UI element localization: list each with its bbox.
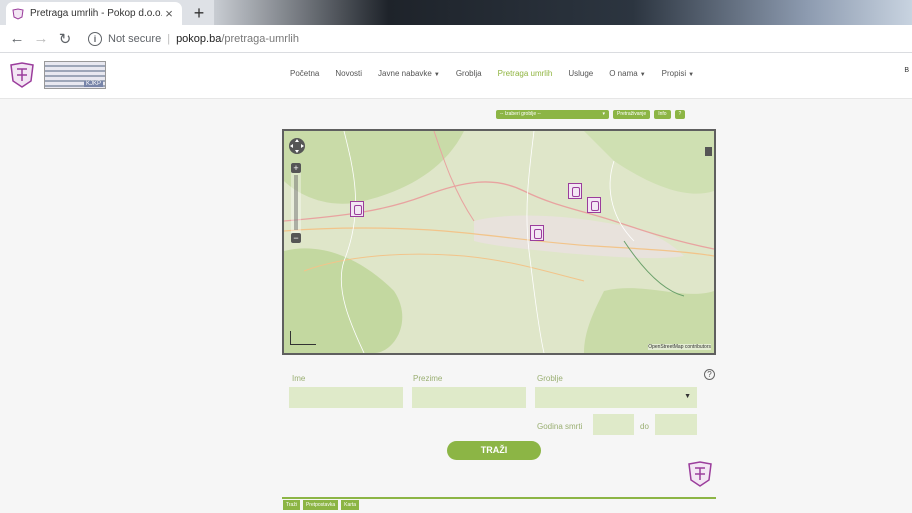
godina-smrti-label: Godina smrti [537,422,583,431]
layer-switcher-button[interactable] [705,147,712,156]
groblje-select[interactable]: ▼ [535,387,697,408]
nav-label: Propisi [661,69,687,78]
nav-label: Novosti [335,69,363,78]
site-favicon-icon [12,7,24,20]
year-from-input[interactable] [593,414,634,435]
address-bar-row: ← → ↻ i Not secure | pokop.ba/pretraga-u… [0,25,912,53]
search-mode-button[interactable]: Pretraživanje [613,110,651,119]
ime-input[interactable] [289,387,403,408]
company-name-logo[interactable]: KJKP [44,61,106,89]
map-attribution: OpenStreetMap contributors [648,344,711,350]
cemetery-marker[interactable] [568,183,582,199]
tab-pretpostavka[interactable]: Pretpostavka [302,500,339,510]
prezime-input[interactable] [412,387,526,408]
nav-item-usluge[interactable]: Usluge [568,69,593,78]
nav-label: Javne nabavke [378,69,432,78]
nav-item-groblja[interactable]: Groblja [456,69,482,78]
help-button[interactable]: ? [674,110,686,119]
divider [282,497,716,499]
nav-label: Usluge [568,69,594,78]
nav-label: Početna [290,69,320,78]
url-field[interactable]: i Not secure | pokop.ba/pretraga-umrlih [82,28,912,50]
company-logo-icon [685,460,715,488]
search-button[interactable]: TRAŽI [447,441,541,460]
cemetery-select-value: -- Izaberi groblje -- [500,111,541,117]
nav-item-javne-nabavke[interactable]: Javne nabavke ▼ [378,69,440,78]
caret-down-icon: ▼ [688,72,695,78]
help-icon[interactable]: ? [704,369,715,380]
info-button[interactable]: Info [654,110,671,119]
cemetery-marker[interactable] [587,197,601,213]
zoom-control: + − [291,163,301,243]
nav-label: O nama [609,69,638,78]
cemetery-marker[interactable] [350,201,364,217]
new-tab-button[interactable]: + [189,4,209,22]
site-header: KJKP Početna Novosti Javne nabavke ▼ Grob… [0,53,912,99]
nav-item-pocetna[interactable]: Početna [290,69,319,78]
tab-close-icon[interactable]: × [162,6,176,21]
prezime-label: Prezime [413,374,443,383]
zoom-out-button[interactable]: − [291,233,301,243]
url-path: /pretraga-umrlih [221,33,299,45]
reload-button[interactable]: ↻ [53,27,77,51]
chevron-down-icon: ▾ [602,111,605,117]
background-window [214,0,912,25]
nav-label: Groblja [455,69,482,78]
nav-item-pretraga-umrlih[interactable]: Pretraga umrlih [498,69,553,78]
scale-bar [290,331,316,345]
caret-down-icon: ▼ [639,72,646,78]
nav-item-novosti[interactable]: Novosti [335,69,362,78]
do-label: do [640,422,649,431]
cemetery-marker[interactable] [530,225,544,241]
year-to-input[interactable] [655,414,697,435]
nav-label: Pretraga umrlih [497,69,553,78]
forward-button[interactable]: → [29,27,53,51]
browser-tab-bar: Pretraga umrlih - Pokop d.o.o. × + [0,0,912,25]
nav-item-propisi[interactable]: Propisi ▼ [662,69,694,78]
nav-item-o-nama[interactable]: O nama ▼ [609,69,645,78]
map-toolbar: -- Izaberi groblje -- ▾ Pretraživanje Inf… [496,110,686,119]
main-nav: Početna Novosti Javne nabavke ▼ Groblja P… [290,69,710,78]
caret-down-icon: ▼ [433,72,440,78]
pan-control-icon[interactable] [288,137,306,155]
info-icon[interactable]: i [88,32,102,46]
divider: | [167,33,171,45]
logo-badge: KJKP [83,81,103,87]
zoom-in-button[interactable]: + [291,163,301,173]
company-logo-icon[interactable] [8,61,36,89]
tab-title: Pretraga umrlih - Pokop d.o.o. [30,8,162,19]
browser-tab[interactable]: Pretraga umrlih - Pokop d.o.o. × [6,2,182,25]
tab-karta[interactable]: Karta [341,500,360,510]
ime-label: Ime [292,374,306,383]
groblje-label: Groblje [537,374,563,383]
cemetery-map[interactable]: + − OpenStreetMap contributors [282,129,716,355]
tab-trazi[interactable]: Traži [283,500,300,510]
zoom-slider[interactable] [294,175,298,230]
header-right-text: B [904,67,909,74]
caret-down-icon: ▼ [684,393,691,400]
url-host: pokop.ba [176,33,222,45]
search-form: ? Ime Prezime Groblje ▼ Godina smrti do … [282,360,716,500]
cemetery-select[interactable]: -- Izaberi groblje -- ▾ [496,110,609,119]
bottom-tabs: Traži Pretpostavka Karta [283,500,360,510]
map-tiles [284,131,714,353]
back-button[interactable]: ← [5,27,29,51]
not-secure-label: Not secure [108,33,162,45]
